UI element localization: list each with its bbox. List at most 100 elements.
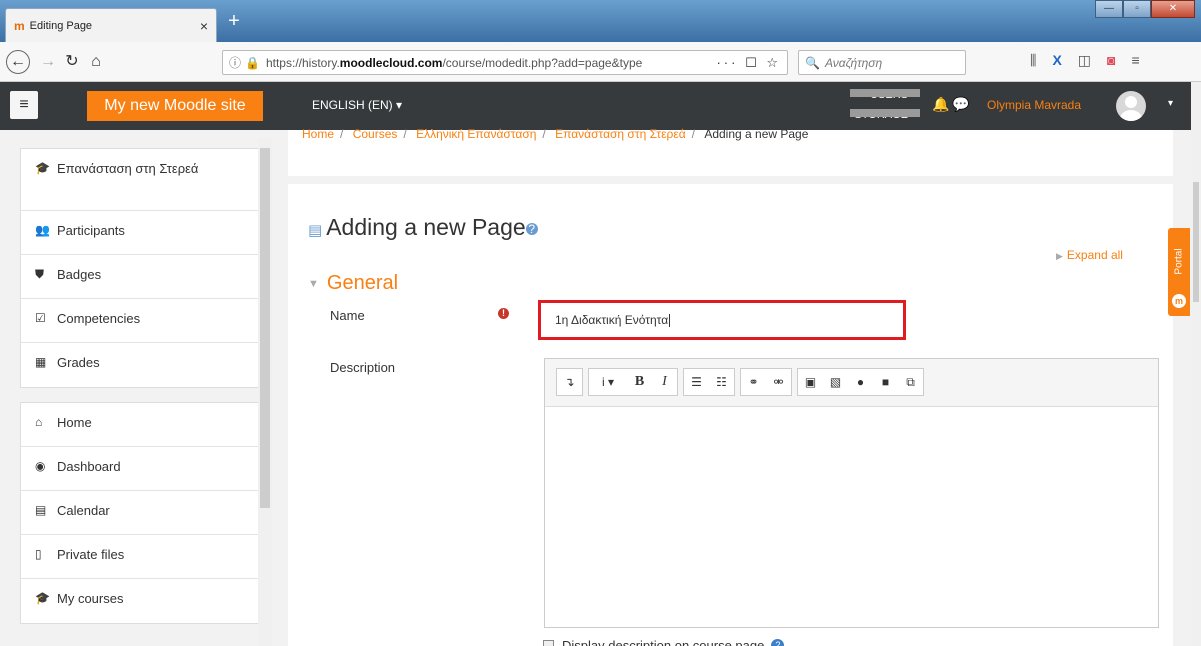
name-field[interactable]: 1η Διδακτική Ενότητα	[538, 300, 906, 340]
moodle-header: ≡ My new Moodle site ENGLISH (EN) ▾ USER…	[0, 82, 1201, 130]
breadcrumb-home[interactable]: Home	[302, 127, 334, 141]
unordered-list-icon[interactable]: ☰	[684, 369, 709, 395]
page-actions[interactable]: ··· ☐ ☆	[716, 55, 781, 71]
breadcrumb-card: Home / Courses / Ελληνική Επανάσταση / Επαν…	[288, 127, 1173, 176]
messages-icon[interactable]: 💬	[952, 96, 969, 113]
tab-close-icon[interactable]: ×	[200, 18, 208, 34]
section-general-label: General	[326, 272, 399, 294]
italic-button[interactable]: I	[652, 369, 677, 395]
user-menu-caret-icon[interactable]: ▾	[1168, 98, 1173, 109]
calendar-icon: ▤	[35, 503, 47, 517]
manage-files-icon[interactable]: ⧉	[898, 369, 923, 395]
sidebar-item-home[interactable]: ⌂ Home	[21, 403, 263, 447]
library-icon[interactable]: ⫼	[1030, 52, 1036, 69]
description-text-area[interactable]	[545, 407, 1158, 627]
forward-button[interactable]: →	[36, 50, 60, 74]
section-general-toggle[interactable]: ▼ General	[308, 272, 398, 295]
toolbar-group-media: ▣ ▧ ● ■ ⧉	[797, 368, 924, 396]
browser-search-box[interactable]: 🔍 Αναζήτηση	[798, 50, 966, 75]
language-menu[interactable]: ENGLISH (EN) ▾	[312, 98, 402, 112]
description-label: Description	[330, 360, 396, 375]
lock-icon: 🔒	[245, 55, 260, 70]
new-tab-button[interactable]: +	[222, 10, 246, 34]
url-bar[interactable]: ⓘ 🔒 https://history.moodlecloud.com/cour…	[222, 50, 788, 75]
sidebar-item-competencies[interactable]: ☑ Competencies	[21, 299, 263, 343]
drawer-toggle-button[interactable]: ≡	[10, 91, 38, 119]
storage-usage-bar	[850, 109, 920, 117]
user-name[interactable]: Olympia Mavrada	[987, 98, 1081, 112]
drawer-scroll-thumb[interactable]	[260, 148, 270, 508]
nav-drawer: 🎓 Επανάσταση στη Στερεά 👥 Participants ⛊…	[20, 130, 264, 646]
notifications-bell-icon[interactable]: 🔔	[932, 96, 949, 113]
show-more-buttons-icon[interactable]: ↴	[557, 369, 582, 395]
name-label: Name	[330, 308, 365, 323]
sidebar-item-course[interactable]: 🎓 Επανάσταση στη Στερεά	[21, 149, 263, 211]
back-button[interactable]: ←	[6, 50, 30, 74]
portal-label: Portal	[1173, 248, 1185, 275]
help-icon[interactable]: ?	[771, 639, 785, 646]
name-field-value: 1η Διδακτική Ενότητα	[555, 313, 669, 327]
browser-navbar: ← → ↻ ⌂ ⓘ 🔒 https://history.moodlecloud.…	[0, 42, 1201, 82]
reload-button[interactable]: ↻	[60, 50, 84, 74]
info-icon[interactable]: ⓘ	[229, 54, 241, 71]
close-window-button[interactable]: ✕	[1151, 0, 1195, 18]
sidebar-item-calendar[interactable]: ▤ Calendar	[21, 491, 263, 535]
sidebar-icon[interactable]: ◫	[1078, 52, 1091, 69]
pocket-icon[interactable]: ◙	[1107, 52, 1115, 69]
breadcrumb-course[interactable]: Επανάσταση στη Στερεά	[555, 127, 686, 141]
page-title: ▤ Adding a new Page?	[308, 214, 538, 241]
expand-all-link[interactable]: ▶ Expand all	[1056, 248, 1123, 262]
dashboard-icon: ◉	[35, 459, 46, 473]
link-icon[interactable]: ⚭	[741, 369, 766, 395]
course-nav-group: 🎓 Επανάσταση στη Στερεά 👥 Participants ⛊…	[20, 148, 264, 388]
page-scroll-thumb[interactable]	[1193, 182, 1199, 302]
display-description-checkbox[interactable]	[543, 640, 554, 646]
help-icon[interactable]: ?	[525, 222, 538, 235]
breadcrumb: Home / Courses / Ελληνική Επανάσταση / Επαν…	[302, 127, 808, 141]
x-extension-icon[interactable]: X	[1052, 52, 1061, 69]
maximize-button[interactable]: ▫	[1123, 0, 1151, 18]
sidebar-item-participants[interactable]: 👥 Participants	[21, 211, 263, 255]
avatar[interactable]	[1116, 91, 1146, 121]
browser-tab[interactable]: m Editing Page ×	[5, 8, 217, 42]
portal-tab[interactable]: Portal m	[1168, 228, 1190, 316]
window-controls: — ▫ ✕	[1095, 0, 1195, 18]
breadcrumb-category[interactable]: Ελληνική Επανάσταση	[416, 127, 536, 141]
form-card: ▤ Adding a new Page? ▶ Expand all ▼ General…	[288, 184, 1173, 646]
page-body: 🎓 Επανάσταση στη Στερεά 👥 Participants ⛊…	[0, 127, 1201, 646]
site-nav-group: ⌂ Home ◉ Dashboard ▤ Calendar ▯ Private …	[20, 402, 264, 624]
media-file-icon[interactable]: ▧	[823, 369, 848, 395]
sidebar-item-private-files[interactable]: ▯ Private files	[21, 535, 263, 579]
site-name-link[interactable]: My new Moodle site	[87, 91, 263, 121]
sidebar-item-grades[interactable]: ▦ Grades	[21, 343, 263, 387]
file-icon: ▯	[35, 547, 42, 561]
page-scrollbar[interactable]	[1191, 82, 1201, 646]
sidebar-item-label: Participants	[57, 223, 125, 238]
breadcrumb-current: Adding a new Page	[704, 127, 809, 141]
video-camera-icon[interactable]: ■	[873, 369, 898, 395]
breadcrumb-courses[interactable]: Courses	[353, 127, 398, 141]
sidebar-item-label: Dashboard	[57, 459, 121, 474]
editor-toolbar: ↴ i ▾ B I ☰ ☷ ⚭ ⚮ ▣ ▧ ● ■ ⧉	[545, 359, 1158, 407]
sidebar-item-label: Grades	[57, 355, 100, 370]
microphone-icon[interactable]: ●	[848, 369, 873, 395]
paragraph-styles-button[interactable]: i ▾	[589, 369, 627, 395]
sidebar-item-label: Calendar	[57, 503, 110, 518]
image-icon[interactable]: ▣	[798, 369, 823, 395]
unlink-icon[interactable]: ⚮	[766, 369, 791, 395]
sidebar-item-dashboard[interactable]: ◉ Dashboard	[21, 447, 263, 491]
drawer-scrollbar[interactable]	[258, 138, 272, 646]
menu-icon[interactable]: ≡	[1132, 52, 1140, 69]
home-button[interactable]: ⌂	[84, 50, 108, 74]
browser-toolbar-icons: ⫼ X ◫ ◙ ≡	[1030, 52, 1140, 69]
ordered-list-icon[interactable]: ☷	[709, 369, 734, 395]
minimize-button[interactable]: —	[1095, 0, 1123, 18]
display-description-option: Display description on course page ?	[543, 638, 785, 646]
sidebar-item-label: Competencies	[57, 311, 141, 326]
description-editor: ↴ i ▾ B I ☰ ☷ ⚭ ⚮ ▣ ▧ ● ■ ⧉	[544, 358, 1159, 628]
bold-button[interactable]: B	[627, 369, 652, 395]
sidebar-item-my-courses[interactable]: 🎓 My courses	[21, 579, 263, 623]
sidebar-item-badges[interactable]: ⛊ Badges	[21, 255, 263, 299]
home-icon: ⌂	[35, 415, 43, 429]
search-icon: 🔍	[805, 55, 820, 70]
